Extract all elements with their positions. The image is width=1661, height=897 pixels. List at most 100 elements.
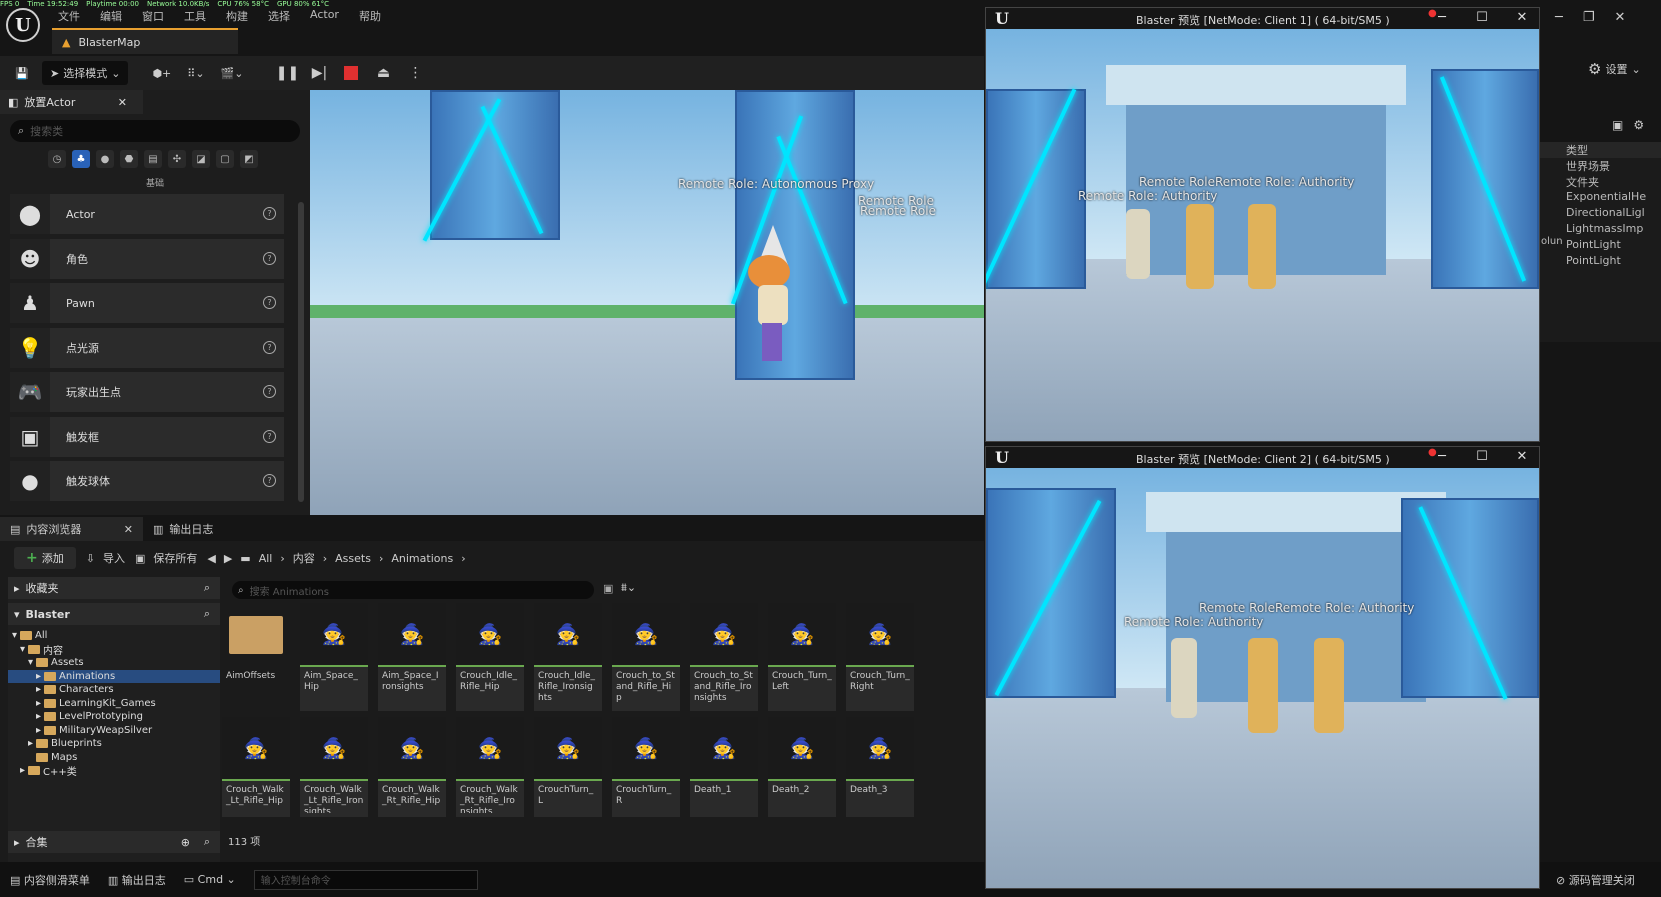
asset-tile[interactable]: 🧙 Crouch_to_Stand_Rifle_Ironsights [690, 603, 758, 711]
source-control-button[interactable]: ⊘ 源码管理关闭 [1556, 872, 1635, 888]
chevron-right-icon[interactable]: › [280, 552, 284, 565]
outliner-item[interactable]: 文件夹 [1540, 174, 1661, 190]
asset-tile[interactable]: 🧙 CrouchTurn_R [612, 717, 680, 817]
add-content-button[interactable]: ⬢+ [148, 61, 175, 85]
tree-item-blueprints[interactable]: ▸ Blueprints [8, 737, 220, 751]
breadcrumb-animations[interactable]: Animations [391, 552, 453, 565]
asset-tile[interactable]: 🧙 Aim_Space_Hip [300, 603, 368, 711]
tree-item-militaryweapsilver[interactable]: ▸ MilitaryWeapSilver [8, 724, 220, 738]
skip-frame-button[interactable]: ▶| [307, 61, 331, 85]
asset-tile[interactable]: 🧙 CrouchTurn_L [534, 717, 602, 817]
search-icon[interactable]: ⌕ [204, 835, 210, 849]
help-icon[interactable]: ? [263, 251, 276, 265]
eject-button[interactable]: ⏏ [371, 61, 395, 85]
help-icon[interactable]: ? [263, 207, 276, 220]
breadcrumb-assets[interactable]: Assets [335, 552, 371, 565]
all-classes-category-icon[interactable]: ◩ [240, 150, 258, 168]
tree-item-levelprototyping[interactable]: ▸ LevelPrototyping [8, 710, 220, 724]
actor-item-character[interactable]: ☻ 角色? [10, 238, 284, 279]
save-all-button[interactable]: ▣ 保存所有 [135, 550, 197, 566]
add-button[interactable]: + 添加 [14, 547, 76, 569]
shapes-category-icon[interactable]: ⬣ [120, 150, 138, 168]
chevron-right-icon[interactable]: › [461, 552, 465, 565]
actor-list-scrollbar[interactable] [298, 202, 304, 502]
filter-icon[interactable]: ⩩⌄ [621, 581, 636, 595]
asset-tile[interactable]: 🧙 Aim_Space_Ironsights [378, 603, 446, 711]
tree-item-content[interactable]: ▾ 内容 [8, 643, 220, 657]
close-icon[interactable]: ✕ [1515, 449, 1529, 464]
tree-item-animations[interactable]: ▸ Animations [8, 669, 220, 683]
minimize-icon[interactable]: ─ [1435, 449, 1449, 464]
tree-item-cpp-classes[interactable]: ▸ C++类 [8, 764, 220, 778]
blueprints-button[interactable]: ⠿⌄ [183, 61, 208, 85]
pie-viewport[interactable]: Remote RoleRemote Role: Authority Remote… [986, 468, 1539, 888]
output-log-button[interactable]: ▥ 输出日志 [108, 872, 166, 888]
asset-tile[interactable]: 🧙 Crouch_Idle_Rifle_Ironsights [534, 603, 602, 711]
asset-tile[interactable]: 🧙 Death_3 [846, 717, 914, 817]
actor-item-player-start[interactable]: 🎮 玩家出生点? [10, 372, 284, 412]
pie-titlebar[interactable]: U Blaster 预览 [NetMode: Client 1] ( 64-bi… [986, 8, 1539, 29]
console-command-input[interactable]: 输入控制台命令 [253, 869, 478, 890]
asset-tile[interactable]: 🧙 Crouch_Idle_Rifle_Hip [456, 603, 524, 711]
volumes-category-icon[interactable]: ▢ [216, 150, 234, 168]
chevron-right-icon[interactable]: › [323, 552, 327, 565]
visual-effects-category-icon[interactable]: ✣ [168, 150, 186, 168]
help-icon[interactable]: ? [263, 296, 276, 309]
asset-tile[interactable]: 🧙 Crouch_Turn_Right [846, 603, 914, 711]
pie-viewport[interactable]: Remote RoleRemote Role: Authority Remote… [986, 29, 1539, 441]
outliner-item[interactable]: PointLight [1540, 254, 1661, 270]
add-folder-icon[interactable]: ▣ [1612, 118, 1623, 132]
close-icon[interactable]: ✕ [1614, 10, 1625, 25]
actor-item-trigger-sphere[interactable]: ● 触发球体? [10, 461, 284, 501]
menu-select[interactable]: 选择 [268, 8, 290, 24]
menu-window[interactable]: 窗口 [142, 8, 164, 24]
maximize-icon[interactable]: ☐ [1475, 449, 1489, 464]
menu-edit[interactable]: 编辑 [100, 8, 122, 24]
pause-button[interactable]: ❚❚ [275, 61, 299, 85]
tree-item-maps[interactable]: Maps [8, 751, 220, 765]
content-drawer-button[interactable]: ▤ 内容侧滑菜单 [10, 872, 90, 888]
close-icon[interactable]: ✕ [124, 523, 133, 536]
asset-tile[interactable]: 🧙 Crouch_to_Stand_Rifle_Hip [612, 603, 680, 711]
save-search-icon[interactable]: ▣ [603, 582, 613, 595]
tree-item-characters[interactable]: ▸ Characters [8, 683, 220, 697]
cmd-dropdown[interactable]: ▭ Cmd ⌄ [184, 873, 236, 886]
minimize-icon[interactable]: ─ [1555, 10, 1563, 25]
asset-tile-folder[interactable]: AimOffsets [222, 603, 290, 711]
close-icon[interactable]: ✕ [118, 96, 127, 109]
search-icon[interactable]: ⌕ [204, 607, 210, 621]
help-icon[interactable]: ? [263, 429, 276, 443]
maximize-icon[interactable]: ☐ [1475, 10, 1489, 25]
help-icon[interactable]: ? [263, 474, 276, 487]
geometry-category-icon[interactable]: ◪ [192, 150, 210, 168]
outliner-item[interactable]: 世界场景 [1540, 158, 1661, 174]
cinematic-category-icon[interactable]: ▤ [144, 150, 162, 168]
tree-item-assets[interactable]: ▾ Assets [8, 656, 220, 670]
pie-titlebar[interactable]: U Blaster 预览 [NetMode: Client 2] ( 64-bi… [986, 447, 1539, 468]
chevron-right-icon[interactable]: › [379, 552, 383, 565]
menu-tools[interactable]: 工具 [184, 8, 206, 24]
gear-icon[interactable]: ⚙ [1633, 118, 1644, 132]
tree-item-all[interactable]: ▾ All [8, 629, 220, 643]
asset-search-input[interactable]: ⌕ 搜索 Animations [232, 581, 594, 599]
project-header[interactable]: ▾ Blaster ⌕ [8, 603, 220, 625]
menu-build[interactable]: 构建 [226, 8, 248, 24]
unreal-logo-icon[interactable]: U [6, 8, 40, 42]
basic-category-icon[interactable]: ♣ [72, 150, 90, 168]
breadcrumb-all[interactable]: All [259, 552, 273, 565]
collections-header[interactable]: ▸ 合集 ⊕ ⌕ [8, 831, 220, 853]
class-search-input[interactable]: ⌕ 搜索类 [10, 120, 300, 142]
tab-content-browser[interactable]: ▤ 内容浏览器 ✕ [0, 517, 143, 541]
asset-tile[interactable]: 🧙 Death_2 [768, 717, 836, 817]
asset-tile[interactable]: 🧙 Death_1 [690, 717, 758, 817]
cinematics-button[interactable]: 🎬⌄ [217, 61, 248, 85]
restore-icon[interactable]: ❐ [1583, 10, 1595, 25]
outliner-item[interactable]: ExponentialHe [1540, 190, 1661, 206]
minimize-icon[interactable]: ─ [1435, 10, 1449, 25]
save-button[interactable]: 💾 [10, 61, 34, 85]
asset-tile[interactable]: 🧙 Crouch_Walk_Rt_Rifle_Hip [378, 717, 446, 817]
tree-item-learningkit[interactable]: ▸ LearningKit_Games [8, 697, 220, 711]
asset-tile[interactable]: 🧙 Crouch_Turn_Left [768, 603, 836, 711]
favorites-header[interactable]: ▸ 收藏夹 ⌕ [8, 577, 220, 599]
breadcrumb-content[interactable]: 内容 [293, 550, 315, 566]
